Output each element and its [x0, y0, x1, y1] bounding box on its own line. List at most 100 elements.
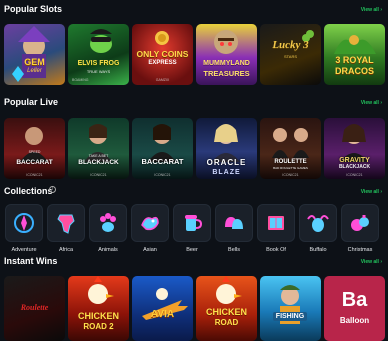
collections-view-all-link[interactable]: View all ›	[361, 189, 382, 195]
collection-buffalo[interactable]: Buffalo	[298, 204, 338, 253]
instant-tile-chicken-road-2[interactable]: CHICKEN ROAD 2	[68, 276, 129, 341]
game-title: GEM	[24, 57, 45, 67]
game-title: Roulette	[20, 303, 49, 312]
game-title: ROULETTE	[274, 159, 307, 165]
game-provider: ICONIC21	[282, 173, 299, 177]
instant-tile-avia[interactable]: AVIA	[132, 276, 193, 341]
compass-icon	[5, 204, 43, 242]
collection-label: Christmas	[347, 247, 373, 253]
collection-africa[interactable]: Africa	[46, 204, 86, 253]
game-provider: ICONIC21	[154, 173, 171, 177]
collection-label: Asian	[143, 247, 157, 253]
game-provider: GAMZIX	[155, 78, 170, 82]
live-tile-gravity-blackjack[interactable]: GRAVITY BLACKJACK ICONIC21	[324, 118, 385, 179]
game-subtitle: BAD ROULETTE GAMES	[273, 166, 308, 170]
game-title: FISHING	[273, 312, 307, 321]
collection-bells[interactable]: Bells	[214, 204, 254, 253]
book-icon	[257, 204, 295, 242]
game-subtitle: Leller	[27, 68, 42, 74]
dealer-art-icon	[148, 124, 176, 162]
live-tile-baccarat[interactable]: BACCARAT ICONIC21	[132, 118, 193, 179]
popular-live-view-all-link[interactable]: View all ›	[361, 100, 382, 106]
collection-asian[interactable]: Asian	[130, 204, 170, 253]
collection-label: Adventure	[11, 247, 37, 253]
game-tile-elvis-frog[interactable]: ELVIS FROG TRUE WAYS BGAMING	[68, 24, 129, 85]
game-provider: BGAMING	[72, 78, 89, 82]
game-subtitle: BLACKJACK	[338, 164, 371, 170]
fisherman-art-icon	[280, 285, 300, 324]
instant-tile-roulette[interactable]: Roulette	[4, 276, 65, 341]
game-title: 3 ROYAL	[335, 55, 374, 65]
wizard-art-icon	[12, 26, 50, 82]
paw-icon	[89, 204, 127, 242]
game-title: ELVIS FROG	[77, 60, 120, 67]
game-tile-lucky-3-stars[interactable]: Lucky 3 STARS	[260, 24, 321, 85]
collection-christmas[interactable]: Christmas	[340, 204, 380, 253]
game-tile-only-coins-express[interactable]: ONLY COINS EXPRESS GAMZIX	[132, 24, 193, 85]
game-provider: ICONIC21	[90, 173, 107, 177]
game-tile-mummyland-treasures[interactable]: MUMMYLAND TREASURES	[196, 24, 257, 85]
collections-row: Adventure Africa Animals Asian Beer Bell…	[4, 204, 380, 253]
beer-mug-icon	[173, 204, 211, 242]
collection-label: Bells	[228, 247, 240, 253]
game-subtitle: Balloon	[339, 316, 370, 325]
game-subtitle: ROAD	[214, 318, 239, 327]
info-icon[interactable]: i	[49, 186, 56, 193]
popular-slots-view-all-link[interactable]: View all ›	[361, 7, 382, 13]
popular-slots-title: Popular Slots	[4, 4, 63, 14]
instant-tile-fishing[interactable]: FISHING	[260, 276, 321, 341]
collection-label: Animals	[98, 247, 118, 253]
instant-wins-view-all-link[interactable]: View all ›	[361, 259, 382, 265]
game-title: MUMMYLAND	[203, 60, 250, 67]
collections-title: Collections	[4, 186, 53, 196]
collection-animals[interactable]: Animals	[88, 204, 128, 253]
game-title: GRAVITY	[339, 157, 370, 164]
collection-adventure[interactable]: Adventure	[4, 204, 44, 253]
live-tile-speed-baccarat[interactable]: SPEED BACCARAT ICONIC21	[4, 118, 65, 179]
collection-label: Book Of	[266, 247, 286, 253]
collection-beer[interactable]: Beer	[172, 204, 212, 253]
live-tile-roulette[interactable]: ROULETTE BAD ROULETTE GAMES ICONIC21	[260, 118, 321, 179]
game-title: ONLY COINS	[136, 49, 189, 59]
collection-label: Beer	[186, 247, 198, 253]
popular-live-row: SPEED BACCARAT ICONIC21 TAKE A BET BLACK…	[4, 118, 385, 179]
game-title: CHICKEN	[77, 311, 119, 321]
popular-slots-row: GEM Leller ELVIS FROG TRUE WAYS BGAMING …	[4, 24, 385, 85]
buffalo-icon	[299, 204, 337, 242]
game-provider: ICONIC21	[346, 173, 363, 177]
game-subtitle: TREASURES	[203, 69, 250, 78]
instant-tile-balloon[interactable]: Ba Balloon	[324, 276, 385, 341]
frog-art-icon	[90, 29, 112, 53]
instant-tile-chicken-road[interactable]: CHICKEN ROAD	[196, 276, 257, 341]
christmas-icon	[341, 204, 379, 242]
instant-wins-row: Roulette CHICKEN ROAD 2 AVIA CHICKEN ROA…	[4, 276, 385, 341]
game-title: BACCARAT	[141, 156, 184, 166]
game-subtitle: ROAD 2	[83, 322, 114, 331]
bells-icon	[215, 204, 253, 242]
live-tile-take-a-bet-blackjack[interactable]: TAKE A BET BLACKJACK ICONIC21	[68, 118, 129, 179]
instant-wins-title: Instant Wins	[4, 256, 58, 266]
game-tile-gem-roller[interactable]: GEM Leller	[4, 24, 65, 85]
popular-live-title: Popular Live	[4, 97, 59, 107]
game-provider: ICONIC21	[26, 173, 43, 177]
game-title: CHICKEN	[205, 307, 247, 317]
game-tile-3-royal-dracos[interactable]: 3 ROYAL DRACOS	[324, 24, 385, 85]
game-title: BLACKJACK	[78, 158, 119, 166]
game-title: BACCARAT	[16, 158, 53, 166]
game-subtitle: DRACOS	[334, 66, 374, 76]
game-subtitle: STARS	[283, 54, 298, 59]
collection-label: Africa	[58, 247, 74, 253]
game-subtitle: EXPRESS	[148, 60, 177, 66]
game-title: Ba	[341, 289, 368, 311]
live-tile-oracle-blaze[interactable]: ORACLE BLAZE	[196, 118, 257, 179]
game-title: Lucky 3	[272, 39, 309, 51]
game-title: ORACLE	[206, 158, 247, 167]
game-subtitle: BLAZE	[212, 169, 241, 176]
game-title: AVIA	[150, 309, 175, 320]
dragon-icon	[131, 204, 169, 242]
africa-map-icon	[47, 204, 85, 242]
collection-label: Buffalo	[309, 247, 327, 253]
plane-art-icon	[142, 288, 188, 320]
game-subtitle: TRUE WAYS	[86, 69, 111, 74]
collection-book-of[interactable]: Book Of	[256, 204, 296, 253]
